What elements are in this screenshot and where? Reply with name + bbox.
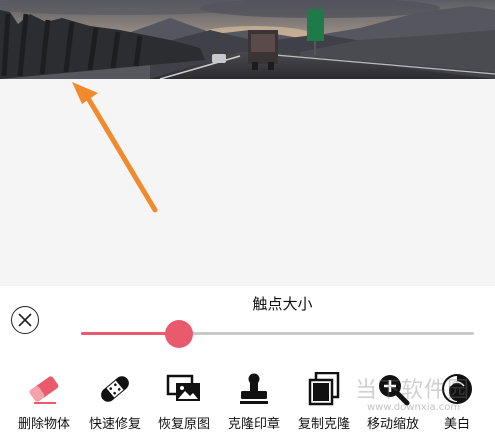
restore-image-icon — [166, 374, 200, 401]
copy-clone-icon — [308, 372, 340, 406]
tool-label: 复制克隆 — [297, 417, 350, 432]
clone-stamp-icon — [240, 373, 268, 404]
tool-label: 快速修复 — [88, 417, 141, 432]
tool-restore-original[interactable]: 恢复原图 — [149, 368, 219, 436]
brush-size-slider[interactable] — [81, 320, 474, 348]
brush-size-label: 触点大小 — [252, 295, 313, 313]
tool-label: 美白 — [443, 417, 470, 432]
tool-label: 删除物体 — [17, 417, 70, 432]
tool-copy-clone[interactable]: 复制克隆 — [289, 368, 359, 436]
canvas-area[interactable] — [0, 79, 495, 286]
tool-move-zoom[interactable]: 移动缩放 — [358, 368, 428, 436]
photo-preview — [0, 0, 495, 79]
tool-bar: 删除物体 快速修复 恢复原图 克隆印章 复制克隆 移动缩放 美白 — [0, 368, 495, 436]
close-button[interactable] — [11, 306, 39, 334]
tool-quick-fix[interactable]: 快速修复 — [80, 368, 150, 436]
tool-label: 克隆印章 — [227, 417, 280, 432]
tool-whiten[interactable]: 美白 — [422, 368, 492, 436]
tool-label: 恢复原图 — [157, 417, 210, 432]
eraser-icon — [29, 376, 59, 404]
tool-label: 移动缩放 — [366, 417, 419, 432]
tool-delete-object[interactable]: 删除物体 — [9, 368, 79, 436]
bandage-icon — [101, 376, 129, 402]
zoom-move-icon — [379, 375, 410, 406]
close-icon — [18, 313, 32, 327]
tool-clone-stamp[interactable]: 克隆印章 — [219, 368, 289, 436]
whiten-icon — [442, 374, 472, 404]
slider-thumb[interactable] — [165, 320, 194, 348]
edit-panel: 触点大小 删除物体 快速修复 恢复原图 克隆印章 复制克隆 移动缩放 美白 — [0, 286, 495, 436]
